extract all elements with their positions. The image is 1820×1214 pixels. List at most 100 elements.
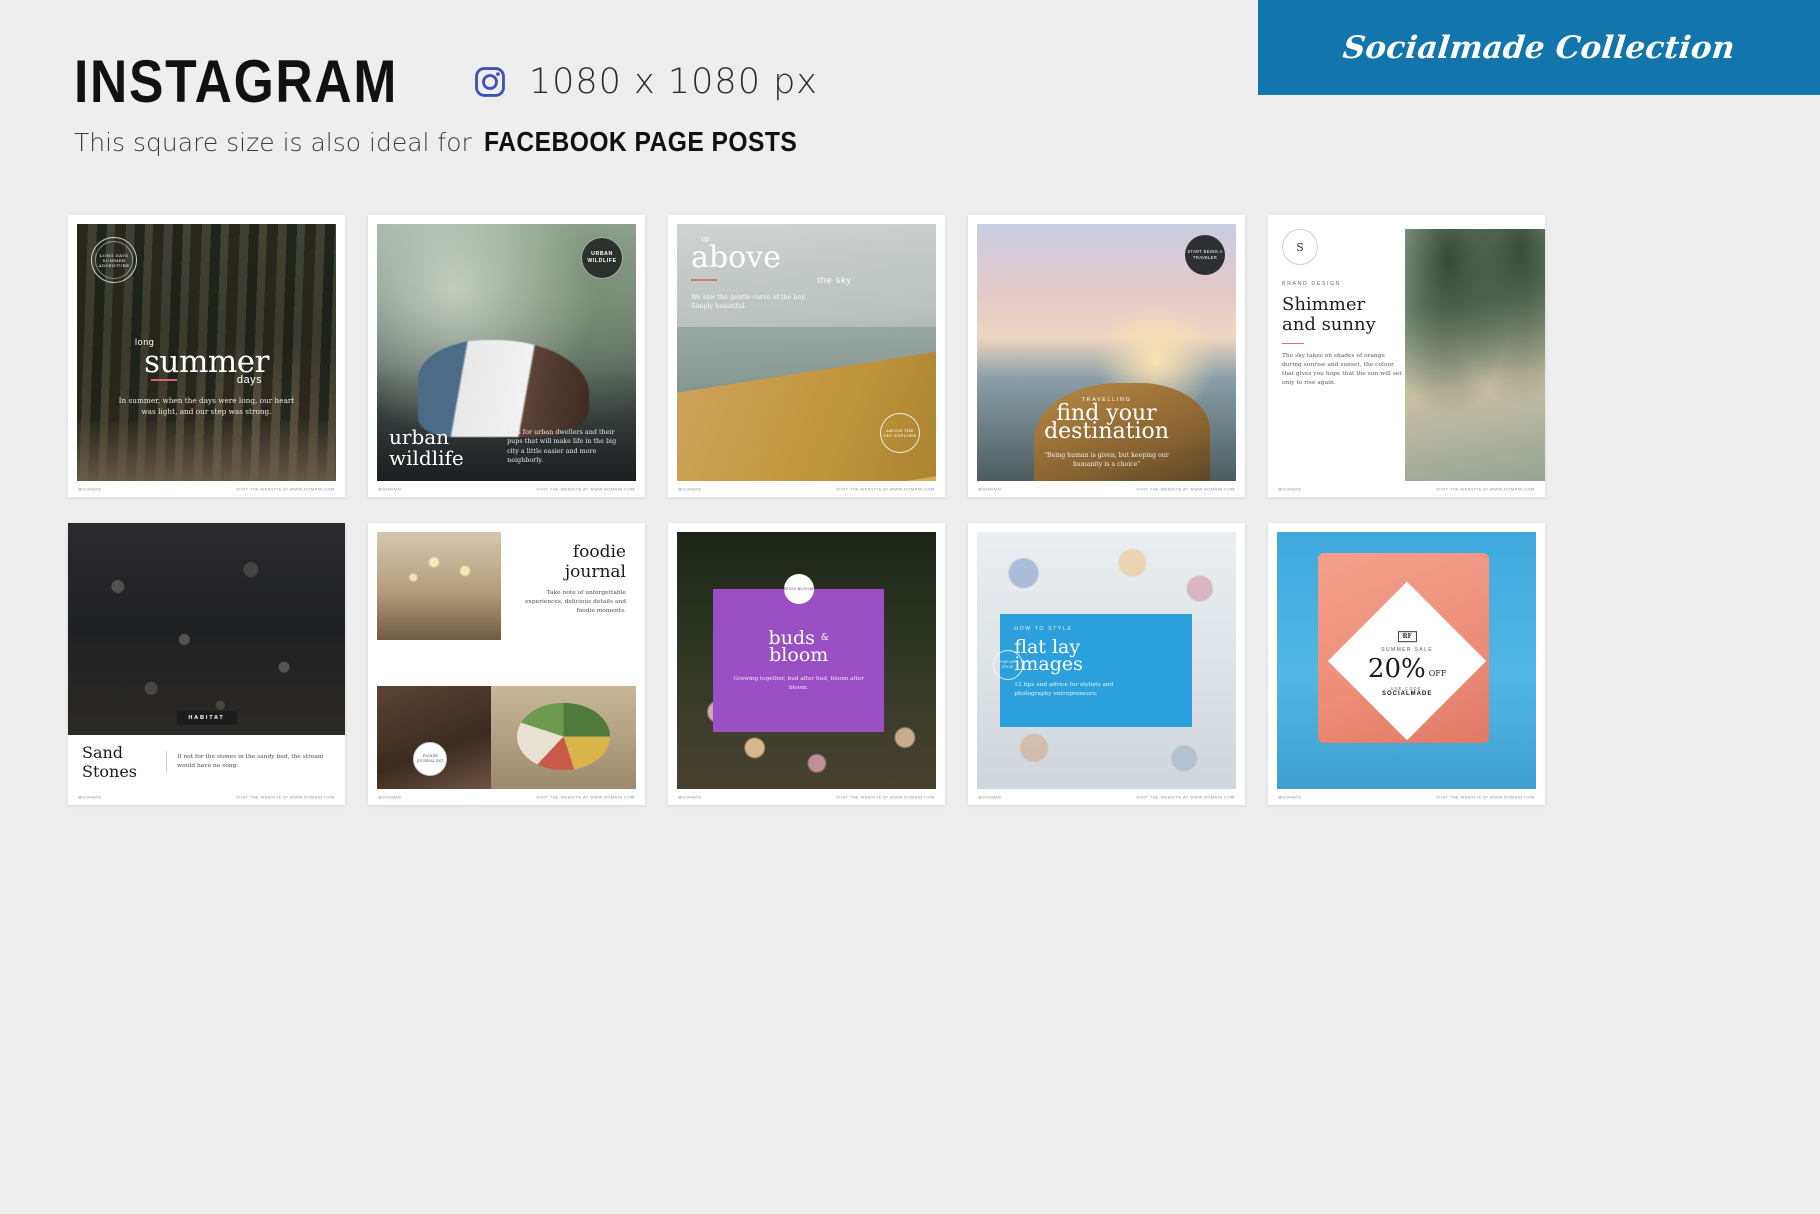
subhead-text: days — [236, 374, 263, 387]
card-text-block: BRAND DESIGN Shimmer and sunny The sky t… — [1282, 281, 1404, 388]
accent-rule — [1282, 343, 1304, 345]
salad-bowl — [517, 702, 610, 771]
collection-badge: Socialmade Collection — [1258, 0, 1820, 95]
template-card-find-your-destination[interactable]: START BEING A TRAVELER TRAVELLING find y… — [968, 215, 1245, 497]
page-title: INSTAGRAM 1080 x 1080 px — [74, 52, 818, 112]
card-photo-frame: RF SUMMER SALE 20% OFF USE CODE: SOCIALM… — [1277, 532, 1536, 789]
card-artwork: S BRAND DESIGN Shimmer and sunny The sky… — [1268, 215, 1545, 481]
forest-floor — [77, 421, 336, 481]
headline-sub-row: days — [150, 374, 263, 387]
footer-handle: @DOMAIN — [978, 486, 1002, 492]
promo-code-value: SOCIALMADE — [1381, 690, 1432, 697]
card-artwork: RF SUMMER SALE 20% OFF USE CODE: SOCIALM… — [1268, 523, 1545, 789]
template-card-urban-wildlife[interactable]: URBAN WILDLIFE urban wildlife Tips for u… — [368, 215, 645, 497]
template-card-buds-and-bloom[interactable]: BUDS BLOOM buds & bloom Growing together… — [668, 523, 945, 805]
card-photo-frame: URBAN WILDLIFE urban wildlife Tips for u… — [377, 224, 636, 481]
headline-line-2: destination — [1044, 419, 1169, 444]
headline-line-2: wildlife — [389, 446, 464, 470]
card-artwork: BUDS BLOOM buds & bloom Growing together… — [668, 523, 945, 789]
footer-handle: @DOMAIN — [678, 794, 702, 800]
subhead-text: the sky — [817, 275, 852, 285]
accent-rule — [691, 279, 717, 281]
card-footer: @DOMAIN VISIT THE WEBSITE AT WWW.DOMAIN.… — [968, 481, 1245, 497]
blue-panel: HOW TO STYLE flat lay images 12 tips and… — [1000, 614, 1192, 728]
dimensions-label: 1080 x 1080 px — [528, 62, 819, 102]
cafe-photo — [377, 532, 636, 640]
template-card-shimmer-and-sunny[interactable]: S BRAND DESIGN Shimmer and sunny The sky… — [1268, 215, 1545, 497]
template-card-long-summer[interactable]: LONG DAYS SUMMER ADVENTURE long summer d… — [68, 215, 345, 497]
summer-stamp-icon: LONG DAYS SUMMER ADVENTURE — [91, 237, 137, 283]
template-card-sand-stones[interactable]: HABITAT Sand Stones If not for the stone… — [68, 523, 345, 805]
card-text-block: Sand Stones If not for the stones in the… — [68, 735, 345, 789]
body-text: The sky takes on shades of orange during… — [1282, 353, 1402, 387]
footer-website: VISIT THE WEBSITE AT WWW.DOMAIN.COM — [1136, 486, 1235, 492]
template-card-flat-lay-images[interactable]: HOW TO STYLE flat lay images 12 tips and… — [968, 523, 1245, 805]
summer-stamp-label: LONG DAYS SUMMER ADVENTURE — [98, 252, 130, 268]
footer-handle: @DOMAIN — [1278, 486, 1302, 492]
template-card-foodie-journal[interactable]: foodie journal Take note of unforgettabl… — [368, 523, 645, 805]
urban-wildlife-badge-icon: URBAN WILDLIFE — [581, 237, 623, 279]
kicker-text: BRAND DESIGN — [1282, 281, 1342, 287]
card-text-block: urban wildlife Tips for urban dwellers a… — [389, 427, 624, 469]
footer-website: VISIT THE WEBSITE AT WWW.DOMAIN.COM — [836, 486, 935, 492]
card-footer: @DOMAIN VISIT THE WEBSITE AT WWW.DOMAIN.… — [368, 481, 645, 497]
card-text-block: long summer days In summer, when the day… — [77, 337, 336, 417]
vertical-divider — [166, 751, 168, 773]
footer-handle: @DOMAIN — [78, 794, 102, 800]
purple-panel: BUDS BLOOM buds & bloom Growing together… — [713, 573, 885, 733]
template-card-up-above[interactable]: up above the sky We saw the gentle curve… — [668, 215, 945, 497]
page-root: Socialmade Collection INSTAGRAM 1080 x 1… — [0, 0, 1820, 1214]
seal-label: BUDS BLOOM — [783, 586, 814, 592]
body-text: Growing together, bud after bud, bloom a… — [733, 676, 864, 691]
card-photo-frame: START BEING A TRAVELER TRAVELLING find y… — [977, 224, 1236, 481]
footer-website: VISIT THE WEBSITE AT WWW.DOMAIN.COM — [1136, 794, 1235, 800]
body-text: We saw the gentle curve of the bay. Simp… — [691, 293, 806, 311]
card-footer: @DOMAIN VISIT THE WEBSITE AT WWW.DOMAIN.… — [68, 789, 345, 805]
badge-label: START BEING A TRAVELER — [1187, 249, 1223, 260]
headline-line-2: and sunny — [1282, 314, 1376, 335]
footer-handle: @DOMAIN — [678, 486, 702, 492]
card-footer: @DOMAIN VISIT THE WEBSITE AT WWW.DOMAIN.… — [1268, 789, 1545, 805]
collection-badge-label: Socialmade Collection — [1341, 29, 1737, 66]
headline-text: Sand Stones — [82, 743, 138, 781]
card-text-block: up above the sky We saw the gentle curve… — [691, 236, 852, 312]
footer-website: VISIT THE WEBSITE AT WWW.DOMAIN.COM — [536, 794, 635, 800]
card-footer: @DOMAIN VISIT THE WEBSITE AT WWW.DOMAIN.… — [668, 481, 945, 497]
footer-website: VISIT THE WEBSITE AT WWW.DOMAIN.COM — [236, 486, 335, 492]
card-text-block: RF SUMMER SALE 20% OFF USE CODE: SOCIALM… — [1367, 625, 1446, 697]
monogram-seal-icon: S — [1282, 229, 1318, 265]
flatlay-seal-icon: FLAT LAY STYLE — [992, 650, 1023, 681]
footer-website: VISIT THE WEBSITE AT WWW.DOMAIN.COM — [1436, 486, 1535, 492]
template-grid: LONG DAYS SUMMER ADVENTURE long summer d… — [68, 215, 1545, 805]
kicker-text: SUMMER SALE — [1380, 646, 1433, 653]
traveler-badge-icon: START BEING A TRAVELER — [1185, 235, 1225, 275]
card-artwork: HABITAT Sand Stones If not for the stone… — [68, 523, 345, 789]
page-title-text: INSTAGRAM — [74, 48, 399, 115]
habitat-label: HABITAT — [176, 711, 237, 725]
card-footer: @DOMAIN VISIT THE WEBSITE AT WWW.DOMAIN.… — [968, 789, 1245, 805]
body-text: If not for the stones in the sandy bed, … — [177, 754, 324, 769]
card-photo-frame: foodie journal Take note of unforgettabl… — [377, 532, 636, 789]
headline-sub-row: the sky — [691, 275, 852, 285]
body-text: In summer, when the days were long, our … — [118, 396, 295, 417]
habitat-label-text: HABITAT — [188, 715, 225, 721]
accent-rule — [150, 379, 177, 381]
card-text-block: HOW TO STYLE flat lay images 12 tips and… — [1000, 614, 1192, 711]
headline-line-2: bloom — [769, 644, 829, 667]
card-photo-frame: BUDS BLOOM buds & bloom Growing together… — [677, 532, 936, 789]
promo-code-label: USE CODE: — [1389, 685, 1424, 691]
card-footer: @DOMAIN VISIT THE WEBSITE AT WWW.DOMAIN.… — [1268, 481, 1545, 497]
body-text: 12 tips and advice for stylists and phot… — [1014, 682, 1114, 698]
discount-percent: 20% — [1367, 653, 1426, 684]
card-photo-frame: LONG DAYS SUMMER ADVENTURE long summer d… — [77, 224, 336, 481]
bottom-photo-row — [377, 686, 636, 789]
stone-texture — [68, 523, 345, 735]
template-card-summer-sale[interactable]: RF SUMMER SALE 20% OFF USE CODE: SOCIALM… — [1268, 523, 1545, 805]
brand-logo: RF — [1396, 630, 1417, 642]
discount-off-label: OFF — [1428, 668, 1446, 678]
badge-line-2: WILDLIFE — [587, 258, 617, 264]
headline-line-1: urban — [389, 425, 450, 449]
kicker-text: HOW TO STYLE — [1014, 626, 1073, 633]
card-photo-frame: up above the sky We saw the gentle curve… — [677, 224, 936, 481]
footer-website: VISIT THE WEBSITE AT WWW.DOMAIN.COM — [536, 486, 635, 492]
